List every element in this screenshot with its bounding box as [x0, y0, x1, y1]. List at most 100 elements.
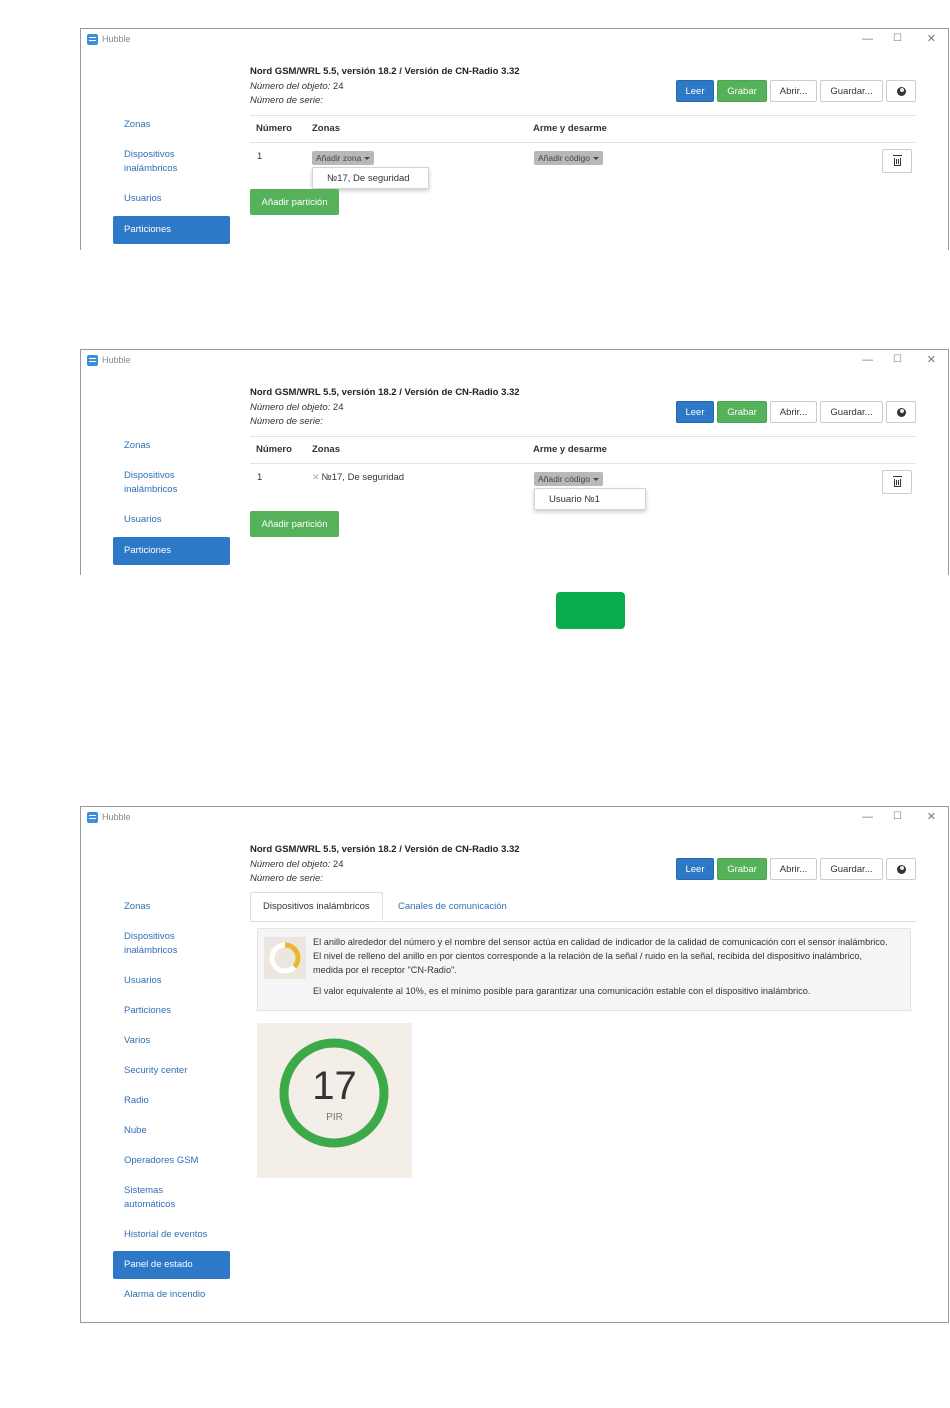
sidebar-item-dispositivos[interactable]: Dispositivos inalámbricos [113, 930, 230, 958]
device-header: Nord GSM/WRL 5.5, versión 18.2 / Versión… [250, 844, 520, 884]
add-code-label: Añadir código [538, 153, 590, 163]
sidebar-item-usuarios[interactable]: Usuarios [113, 192, 230, 206]
info-paragraph-1: El anillo alrededor del número y el nomb… [313, 937, 888, 975]
table-header: Número Zonas Arme y desarme [250, 436, 916, 464]
table-header: Número Zonas Arme y desarme [250, 115, 916, 143]
open-button[interactable]: Abrir... [770, 858, 817, 880]
app-title: Hubble [102, 812, 131, 822]
sidebar: Zonas Dispositivos inalámbricos Usuarios… [113, 900, 230, 1302]
sidebar-item-zonas[interactable]: Zonas [113, 900, 230, 914]
read-button[interactable]: Leer [676, 401, 714, 423]
object-number-value: 24 [332, 859, 344, 870]
sidebar-item-operadores-gsm[interactable]: Operadores GSM [113, 1154, 230, 1168]
toolbar: Leer Grabar Abrir... Guardar... [676, 858, 916, 880]
minimize-button[interactable]: — [862, 32, 873, 46]
language-button[interactable] [886, 80, 916, 102]
toolbar: Leer Grabar Abrir... Guardar... [676, 80, 916, 102]
maximize-button[interactable]: ☐ [893, 810, 902, 824]
globe-icon [896, 86, 906, 96]
maximize-button[interactable]: ☐ [893, 32, 902, 46]
sidebar-item-sistemas[interactable]: Sistemas automáticos [113, 1184, 230, 1212]
close-button[interactable]: ✕ [927, 32, 936, 46]
language-button[interactable] [886, 401, 916, 423]
app-title: Hubble [102, 34, 131, 44]
sensor-card[interactable]: 17 PIR [257, 1023, 412, 1178]
open-button[interactable]: Abrir... [770, 80, 817, 102]
delete-partition-button[interactable] [882, 470, 912, 494]
signal-ring-icon [264, 937, 306, 979]
globe-icon [896, 864, 906, 874]
column-header-number: Número [256, 123, 292, 134]
caret-down-icon [592, 477, 599, 481]
close-button[interactable]: ✕ [927, 810, 936, 824]
sidebar-item-panel-de-estado[interactable]: Panel de estado [113, 1251, 230, 1279]
sidebar-item-zonas[interactable]: Zonas [113, 439, 230, 453]
sidebar-item-dispositivos[interactable]: Dispositivos inalámbricos [113, 469, 230, 497]
device-header: Nord GSM/WRL 5.5, versión 18.2 / Versión… [250, 66, 520, 106]
app-logo-icon [87, 812, 98, 823]
info-text: El anillo alrededor del número y el nomb… [313, 935, 894, 998]
zone-option[interactable]: №17, De seguridad [312, 167, 429, 189]
remove-zone-icon[interactable]: ✕ [312, 472, 320, 482]
code-option[interactable]: Usuario №1 [534, 488, 646, 510]
table-row: 1 Añadir zona Añadir código №17, De segu… [250, 143, 916, 189]
open-button[interactable]: Abrir... [770, 401, 817, 423]
language-button[interactable] [886, 858, 916, 880]
title-bar: Hubble — ☐ ✕ [81, 29, 948, 51]
minimize-button[interactable]: — [862, 353, 873, 367]
delete-partition-button[interactable] [882, 149, 912, 173]
trash-icon [892, 476, 902, 487]
title-bar: Hubble — ☐ ✕ [81, 807, 948, 829]
sidebar-item-particiones[interactable]: Particiones [113, 216, 230, 244]
tab-wireless-devices[interactable]: Dispositivos inalámbricos [250, 892, 383, 921]
sidebar-item-security-center[interactable]: Security center [113, 1064, 230, 1078]
sidebar-item-zonas[interactable]: Zonas [113, 118, 230, 132]
sensor-number: 17 [312, 1064, 357, 1108]
sidebar-item-historial[interactable]: Historial de eventos [113, 1228, 230, 1242]
trash-icon [892, 155, 902, 166]
object-number-value: 24 [332, 81, 344, 92]
minimize-button[interactable]: — [862, 810, 873, 824]
add-code-dropdown[interactable]: Añadir código [534, 472, 603, 486]
add-zone-dropdown[interactable]: Añadir zona [312, 151, 375, 165]
save-button[interactable]: Guardar... [820, 858, 883, 880]
read-button[interactable]: Leer [676, 80, 714, 102]
object-number-label: Número del objeto: [250, 859, 331, 870]
write-button[interactable]: Grabar [717, 80, 767, 102]
sidebar-item-alarma-incendio[interactable]: Alarma de incendio [113, 1288, 230, 1302]
sidebar-item-radio[interactable]: Radio [113, 1094, 230, 1108]
device-title: Nord GSM/WRL 5.5, versión 18.2 / Versión… [250, 387, 520, 398]
sidebar: Zonas Dispositivos inalámbricos Usuarios… [113, 118, 230, 244]
object-number: Número del objeto: 24 [250, 859, 520, 870]
write-button[interactable]: Grabar [717, 401, 767, 423]
object-number: Número del objeto: 24 [250, 402, 520, 413]
sidebar-item-usuarios[interactable]: Usuarios [113, 974, 230, 988]
partitions-table: Número Zonas Arme y desarme 1 ✕ №17, De s… [250, 436, 916, 510]
serial-number-label: Número de serie: [250, 416, 323, 427]
title-bar: Hubble — ☐ ✕ [81, 350, 948, 372]
globe-icon [896, 407, 906, 417]
save-button[interactable]: Guardar... [820, 401, 883, 423]
sidebar-item-nube[interactable]: Nube [113, 1124, 230, 1138]
save-button[interactable]: Guardar... [820, 80, 883, 102]
serial-number: Número de serie: [250, 95, 520, 106]
tab-communication-channels[interactable]: Canales de comunicación [386, 892, 519, 921]
add-partition-button[interactable]: Añadir partición [250, 511, 339, 537]
toolbar: Leer Grabar Abrir... Guardar... [676, 401, 916, 423]
device-title: Nord GSM/WRL 5.5, versión 18.2 / Versión… [250, 844, 520, 855]
app-window-partitions-zone-menu: Hubble — ☐ ✕ Nord GSM/WRL 5.5, versión 1… [80, 28, 949, 250]
maximize-button[interactable]: ☐ [893, 353, 902, 367]
add-partition-button[interactable]: Añadir partición [250, 189, 339, 215]
object-number-label: Número del objeto: [250, 81, 331, 92]
add-code-dropdown[interactable]: Añadir código [534, 151, 603, 165]
sidebar-item-dispositivos[interactable]: Dispositivos inalámbricos [113, 148, 230, 176]
sidebar-item-usuarios[interactable]: Usuarios [113, 513, 230, 527]
add-zone-label: Añadir zona [316, 153, 362, 163]
write-button[interactable]: Grabar [717, 858, 767, 880]
read-button[interactable]: Leer [676, 858, 714, 880]
sidebar-item-varios[interactable]: Varios [113, 1034, 230, 1048]
table-row: 1 ✕ №17, De seguridad Añadir código Usuar… [250, 464, 916, 510]
sidebar-item-particiones[interactable]: Particiones [113, 537, 230, 565]
sidebar-item-particiones[interactable]: Particiones [113, 1004, 230, 1018]
close-button[interactable]: ✕ [927, 353, 936, 367]
